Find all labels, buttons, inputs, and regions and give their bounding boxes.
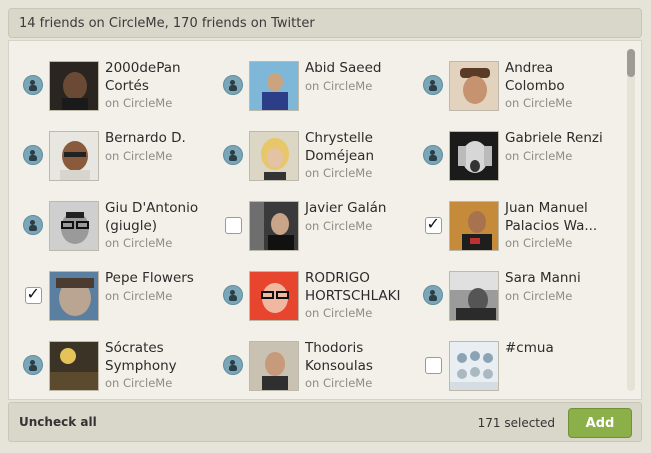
friends-picker-dialog: 14 friends on CircleMe, 170 friends on T…	[0, 0, 651, 453]
avatar	[49, 131, 99, 181]
friend-item[interactable]: Giu D'Antonio (giugle) on CircleMe	[19, 195, 219, 255]
friends-grid: 2000dePan Cortés on CircleMe Abid Saeed …	[9, 41, 619, 399]
avatar	[49, 341, 99, 391]
scrollbar-thumb[interactable]	[627, 49, 635, 77]
select-checkbox[interactable]	[24, 284, 42, 304]
friend-item[interactable]: #cmua	[419, 335, 619, 395]
friend-item[interactable]: RODRIGO HORTSCHLAKI on CircleMe	[219, 265, 419, 325]
footer-bar: Uncheck all 171 selected Add	[8, 402, 642, 442]
friend-name: Thodoris Konsoulas	[305, 340, 373, 374]
avatar	[249, 61, 299, 111]
friend-item[interactable]: Thodoris Konsoulas on CircleMe	[219, 335, 419, 395]
avatar	[449, 201, 499, 251]
friend-source: on CircleMe	[105, 149, 173, 163]
circleme-icon	[23, 75, 43, 95]
friend-source: on CircleMe	[305, 376, 373, 390]
avatar	[249, 271, 299, 321]
circleme-icon	[23, 145, 43, 165]
circleme-icon	[223, 285, 243, 305]
avatar	[249, 341, 299, 391]
friend-source: on CircleMe	[305, 306, 373, 320]
friend-name: Chrystelle Doméjean	[305, 130, 374, 164]
friend-name: 2000dePan Cortés	[105, 60, 181, 94]
circleme-icon	[223, 145, 243, 165]
friend-source: on CircleMe	[305, 219, 373, 233]
friend-item[interactable]: Sócrates Symphony on CircleMe	[19, 335, 219, 395]
avatar	[49, 271, 99, 321]
avatar	[49, 61, 99, 111]
friend-item[interactable]: 2000dePan Cortés on CircleMe	[19, 55, 219, 115]
header-bar: 14 friends on CircleMe, 170 friends on T…	[8, 8, 642, 38]
friend-name: Abid Saeed	[305, 60, 382, 76]
header-title: 14 friends on CircleMe, 170 friends on T…	[19, 16, 315, 31]
friend-item[interactable]: Juan Manuel Palacios Wa... on CircleMe	[419, 195, 619, 255]
select-checkbox[interactable]	[424, 356, 442, 374]
circleme-icon	[423, 145, 443, 165]
friend-item[interactable]: Pepe Flowers on CircleMe	[19, 265, 219, 325]
circleme-icon	[223, 75, 243, 95]
avatar	[249, 201, 299, 251]
friend-name: #cmua	[505, 340, 554, 356]
circleme-icon	[223, 355, 243, 375]
friend-item[interactable]: Bernardo D. on CircleMe	[19, 125, 219, 185]
friend-name: RODRIGO HORTSCHLAKI	[305, 270, 401, 304]
friend-source: on CircleMe	[505, 96, 573, 110]
avatar	[449, 271, 499, 321]
friend-name: Giu D'Antonio (giugle)	[105, 200, 199, 234]
uncheck-all-link[interactable]: Uncheck all	[19, 415, 97, 429]
friend-source: on CircleMe	[105, 96, 173, 110]
friends-list[interactable]: 2000dePan Cortés on CircleMe Abid Saeed …	[8, 40, 642, 400]
add-button[interactable]: Add	[568, 408, 632, 438]
friend-name: Bernardo D.	[105, 130, 186, 146]
friend-item[interactable]: Chrystelle Doméjean on CircleMe	[219, 125, 419, 185]
select-checkbox[interactable]	[224, 216, 242, 234]
friend-item[interactable]: Gabriele Renzi on CircleMe	[419, 125, 619, 185]
selected-count: 171 selected	[477, 416, 555, 430]
friend-source: on CircleMe	[505, 149, 573, 163]
friend-name: Andrea Colombo	[505, 60, 565, 94]
friend-item[interactable]: Andrea Colombo on CircleMe	[419, 55, 619, 115]
select-checkbox[interactable]	[424, 214, 442, 234]
friend-item[interactable]: Javier Galán on CircleMe	[219, 195, 419, 255]
circleme-icon	[23, 215, 43, 235]
avatar	[49, 201, 99, 251]
friend-item[interactable]: Abid Saeed on CircleMe	[219, 55, 419, 115]
friend-item[interactable]: Sara Manni on CircleMe	[419, 265, 619, 325]
circleme-icon	[423, 75, 443, 95]
friend-source: on CircleMe	[305, 166, 373, 180]
avatar	[449, 341, 499, 391]
friend-source: on CircleMe	[105, 289, 173, 303]
friend-name: Sara Manni	[505, 270, 581, 286]
friend-name: Gabriele Renzi	[505, 130, 603, 146]
friend-source: on CircleMe	[505, 289, 573, 303]
avatar	[449, 131, 499, 181]
friend-source: on CircleMe	[105, 236, 173, 250]
circleme-icon	[23, 355, 43, 375]
friend-name: Pepe Flowers	[105, 270, 194, 286]
circleme-icon	[423, 285, 443, 305]
friend-source: on CircleMe	[105, 376, 173, 390]
friend-source: on CircleMe	[305, 79, 373, 93]
friend-name: Juan Manuel Palacios Wa...	[505, 200, 598, 234]
friend-source: on CircleMe	[505, 236, 573, 250]
friend-name: Sócrates Symphony	[105, 340, 177, 374]
list-scrollbar[interactable]	[627, 49, 635, 391]
friend-name: Javier Galán	[305, 200, 387, 216]
avatar	[449, 61, 499, 111]
avatar	[249, 131, 299, 181]
